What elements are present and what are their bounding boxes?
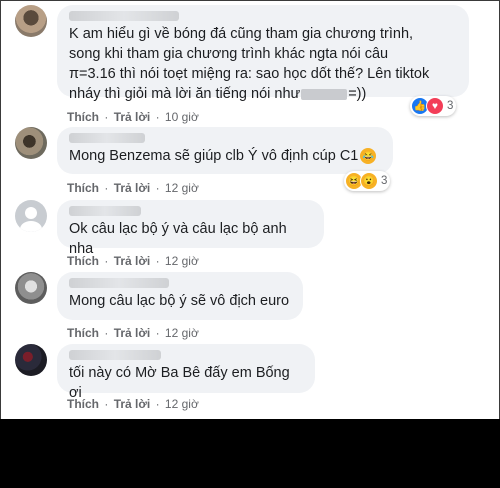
laughing-emoji-icon: 😂 xyxy=(360,148,377,165)
avatar[interactable] xyxy=(15,127,47,159)
wow-icon: 😮 xyxy=(360,172,378,190)
avatar-default[interactable] xyxy=(15,200,47,232)
black-bar xyxy=(0,419,500,488)
comment-actions: Thích · Trả lời · 12 giờ xyxy=(67,181,199,195)
reply-link[interactable]: Trả lời xyxy=(114,254,151,268)
default-user-icon xyxy=(20,207,42,232)
comment-text: K am hiểu gì về bóng đá cũng tham gia ch… xyxy=(69,26,430,102)
reply-link[interactable]: Trả lời xyxy=(114,181,151,195)
comment-time[interactable]: 12 giờ xyxy=(165,326,199,340)
like-link[interactable]: Thích xyxy=(67,110,99,124)
avatar[interactable] xyxy=(15,344,47,376)
commenter-name-blurred[interactable] xyxy=(69,350,161,360)
like-link[interactable]: Thích xyxy=(67,254,99,268)
redacted-text xyxy=(301,88,348,100)
comment-bubble: Ok câu lạc bộ ý và câu lạc bộ anh nha xyxy=(57,200,324,257)
avatar[interactable] xyxy=(15,5,47,37)
like-link[interactable]: Thích xyxy=(67,397,99,411)
comment-time[interactable]: 10 giờ xyxy=(165,110,199,124)
like-link[interactable]: Thích xyxy=(67,181,99,195)
reply-link[interactable]: Trả lời xyxy=(114,110,151,124)
comment-actions: Thích · Trả lời · 12 giờ xyxy=(67,254,199,268)
comment-bubble: tối này có Mờ Ba Bê đấy em Bống ơi xyxy=(57,344,315,401)
comment-actions: Thích · Trả lời · 10 giờ xyxy=(67,110,199,124)
comment-time[interactable]: 12 giờ xyxy=(165,397,199,411)
comment-text: Mong câu lạc bộ ý sẽ vô địch euro xyxy=(69,293,290,309)
reply-link[interactable]: Trả lời xyxy=(114,397,151,411)
like-link[interactable]: Thích xyxy=(67,326,99,340)
commenter-name-blurred[interactable] xyxy=(69,11,179,21)
comment-bubble: Mong câu lạc bộ ý sẽ vô địch euro xyxy=(57,272,303,320)
comment-bubble: K am hiểu gì về bóng đá cũng tham gia ch… xyxy=(57,5,469,102)
comment-time[interactable]: 12 giờ xyxy=(165,254,199,268)
commenter-name-blurred[interactable] xyxy=(69,206,141,216)
comment-actions: Thích · Trả lời · 12 giờ xyxy=(67,326,199,340)
reaction-count: 3 xyxy=(447,100,454,112)
commenter-name-blurred[interactable] xyxy=(69,278,169,288)
comment-text: Ok câu lạc bộ ý và câu lạc bộ anh nha xyxy=(69,221,291,257)
reply-link[interactable]: Trả lời xyxy=(114,326,151,340)
reaction-count: 3 xyxy=(381,175,388,187)
comment-bubble: Mong Benzema sẽ giúp clb Ý vô định cúp C… xyxy=(57,127,393,174)
reaction-summary[interactable]: 😆 😮 3 xyxy=(344,171,391,191)
avatar[interactable] xyxy=(15,272,47,304)
comment-actions: Thích · Trả lời · 12 giờ xyxy=(67,397,199,411)
comment-time[interactable]: 12 giờ xyxy=(165,181,199,195)
commenter-name-blurred[interactable] xyxy=(69,133,145,143)
comment-thread: K am hiểu gì về bóng đá cũng tham gia ch… xyxy=(0,0,500,419)
love-icon: ♥ xyxy=(426,97,444,115)
comment-text: Mong Benzema sẽ giúp clb Ý vô định cúp C… xyxy=(69,146,381,166)
reaction-summary[interactable]: 👍 ♥ 3 xyxy=(410,96,457,116)
